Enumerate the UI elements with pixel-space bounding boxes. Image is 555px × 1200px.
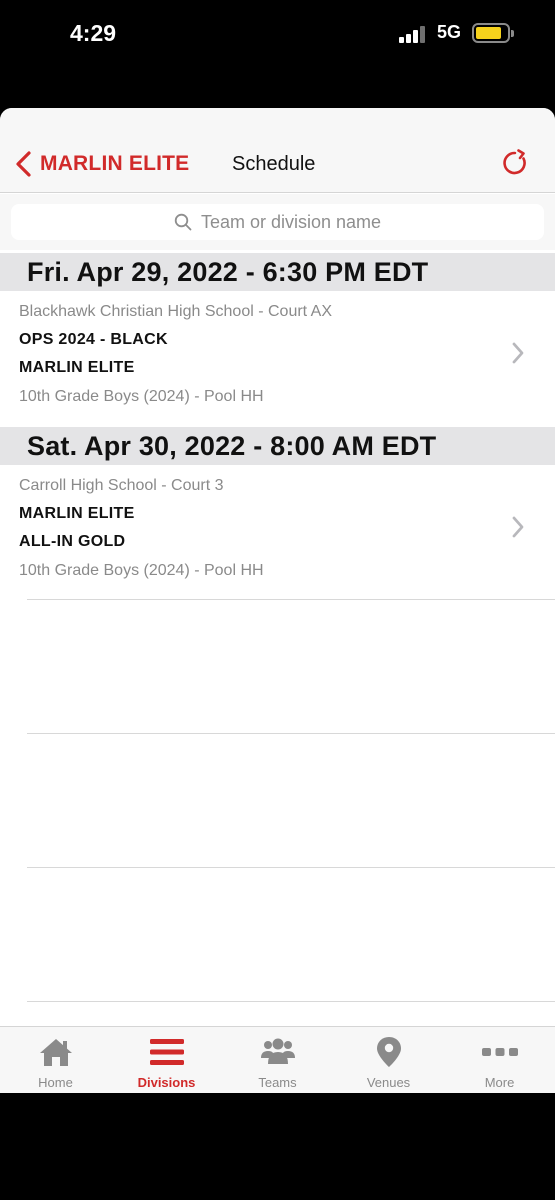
- tab-label: Divisions: [137, 1075, 196, 1090]
- tab-label: Home: [38, 1075, 73, 1090]
- tab-label: More: [484, 1075, 515, 1090]
- game-venue: Carroll High School - Court 3: [19, 477, 224, 494]
- battery-icon: [472, 23, 510, 43]
- divisions-icon: [149, 1036, 185, 1068]
- page-title: Schedule: [232, 153, 316, 175]
- refresh-icon: [503, 149, 526, 175]
- row-divider: [27, 867, 555, 868]
- row-divider: [27, 733, 555, 734]
- bottom-bezel: [0, 1093, 555, 1200]
- home-icon: [38, 1036, 74, 1068]
- location-pin-icon: [371, 1036, 407, 1068]
- date-header: Sat. Apr 30, 2022 - 8:00 AM EDT: [0, 427, 555, 465]
- search-icon: [174, 213, 192, 231]
- date-header-label: Fri. Apr 29, 2022 - 6:30 PM EDT: [27, 257, 429, 287]
- network-type: 5G: [437, 22, 462, 42]
- search-placeholder: Team or division name: [200, 211, 382, 232]
- game-team-2: MARLIN ELITE: [19, 359, 135, 376]
- status-time: 4:29: [70, 20, 117, 46]
- back-button[interactable]: MARLIN ELITE: [14, 148, 189, 180]
- chevron-right-icon: [512, 342, 524, 364]
- row-divider: [27, 599, 555, 600]
- tab-divisions[interactable]: Divisions: [111, 1027, 222, 1093]
- search-bar-container: Team or division name: [0, 194, 555, 250]
- chevron-left-icon: [16, 151, 31, 177]
- signal-strength-icon: [399, 25, 429, 43]
- game-team-2: ALL-IN GOLD: [19, 533, 126, 550]
- tab-more[interactable]: More: [444, 1027, 555, 1093]
- chevron-right-icon: [512, 516, 524, 538]
- status-bar: 4:29 5G: [0, 0, 555, 108]
- more-dots-icon: [481, 1036, 518, 1068]
- back-label: MARLIN ELITE: [40, 152, 190, 175]
- tab-label: Venues: [366, 1075, 411, 1090]
- tab-label: Teams: [258, 1075, 297, 1090]
- game-division: 10th Grade Boys (2024) - Pool HH: [19, 388, 264, 405]
- tab-home[interactable]: Home: [0, 1027, 111, 1093]
- app-screen: MARLIN ELITE Schedule Team or division n…: [0, 108, 555, 1093]
- date-header: Fri. Apr 29, 2022 - 6:30 PM EDT: [0, 253, 555, 291]
- date-header-label: Sat. Apr 30, 2022 - 8:00 AM EDT: [27, 431, 437, 461]
- search-input[interactable]: Team or division name: [11, 204, 544, 240]
- game-team-1: MARLIN ELITE: [19, 505, 135, 522]
- nav-bar: MARLIN ELITE Schedule: [0, 108, 555, 193]
- refresh-button[interactable]: [500, 148, 530, 178]
- tab-bar: Home Divisions Teams Venues More: [0, 1026, 555, 1093]
- game-row[interactable]: Carroll High School - Court 3 MARLIN ELI…: [0, 465, 555, 593]
- row-divider: [27, 1001, 555, 1002]
- game-venue: Blackhawk Christian High School - Court …: [19, 303, 333, 320]
- game-row[interactable]: Blackhawk Christian High School - Court …: [0, 291, 555, 419]
- tab-teams[interactable]: Teams: [222, 1027, 333, 1093]
- teams-icon: [260, 1036, 296, 1068]
- battery-tip: [511, 30, 514, 37]
- game-division: 10th Grade Boys (2024) - Pool HH: [19, 562, 264, 579]
- game-team-1: OPS 2024 - BLACK: [19, 331, 168, 348]
- tab-venues[interactable]: Venues: [333, 1027, 444, 1093]
